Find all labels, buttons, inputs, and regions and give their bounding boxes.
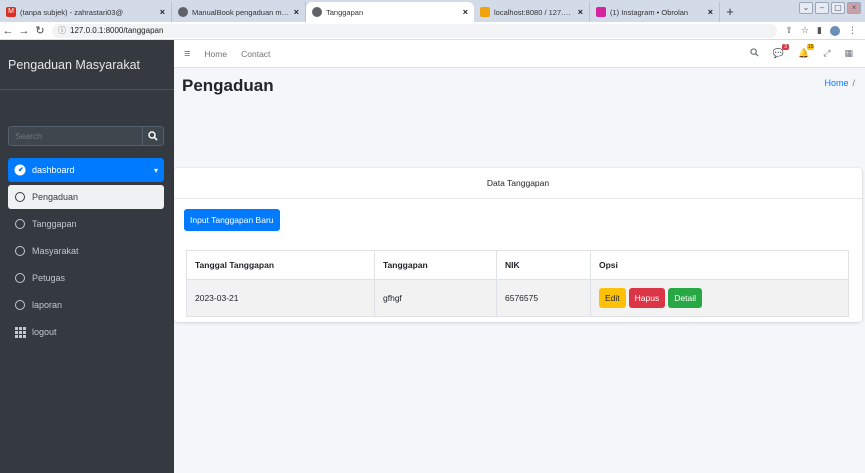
share-icon[interactable]: ⇪ — [785, 25, 793, 36]
phpmyadmin-icon — [480, 7, 490, 17]
control-sidebar-icon[interactable]: ▦ — [844, 48, 853, 59]
edit-button[interactable]: Edit — [599, 288, 626, 308]
browser-tab-manualbook[interactable]: ManualBook pengaduan masy × — [172, 2, 306, 22]
gmail-icon: M — [6, 7, 16, 17]
sidebar: Pengaduan Masyarakat dashboard ▾ Pengadu… — [0, 40, 174, 473]
nav-contact-link[interactable]: Contact — [241, 49, 270, 59]
browser-tab-phpmyadmin[interactable]: localhost:8080 / 127.0.0.1 / db × — [474, 2, 590, 22]
main-content: ≡ Home Contact 💬 3 🔔 15 ⤢ ▦ Pengaduan Ho… — [174, 40, 865, 473]
page-title: Pengaduan — [182, 76, 274, 95]
sidebar-item-label: Tanggapan — [32, 219, 77, 229]
address-bar: ← → ↻ ⓘ 127.0.0.1:8000/tanggapan ⇪ ☆ ▮ ⋮ — [0, 22, 865, 40]
cell-tanggapan: gfhgf — [374, 279, 497, 317]
sidebar-item-label: laporan — [32, 300, 63, 310]
messages-badge: 3 — [782, 44, 790, 50]
sidebar-item-tanggapan[interactable]: Tanggapan — [8, 212, 164, 236]
table-header-row: Tanggal Tanggapan Tanggapan NIK Opsi — [186, 250, 849, 280]
cell-nik: 6576575 — [496, 279, 591, 317]
reload-icon[interactable]: ↻ — [32, 24, 48, 37]
browser-tab-tanggapan[interactable]: Tanggapan × — [306, 2, 474, 22]
sidebar-item-label: logout — [32, 327, 57, 337]
table-row: 2023-03-21 gfhgf 6576575 Edit Hapus Detail — [186, 279, 849, 317]
grid-icon — [14, 326, 26, 338]
hamburger-menu-icon[interactable]: ≡ — [184, 48, 190, 60]
instagram-icon — [596, 7, 606, 17]
delete-button[interactable]: Hapus — [628, 288, 666, 308]
dashboard-icon — [14, 164, 26, 176]
bookmark-star-icon[interactable]: ☆ — [801, 25, 809, 36]
nav-home-link[interactable]: Home — [204, 49, 227, 59]
tanggapan-table: Tanggal Tanggapan Tanggapan NIK Opsi 202… — [186, 250, 849, 317]
fullscreen-icon[interactable]: ⤢ — [823, 48, 830, 59]
close-icon[interactable]: × — [708, 7, 713, 17]
column-header: Tanggal Tanggapan — [186, 250, 375, 280]
breadcrumb-home[interactable]: Home — [824, 78, 848, 88]
sidebar-item-petugas[interactable]: Petugas — [8, 266, 164, 290]
column-header: NIK — [496, 250, 591, 280]
circle-icon — [14, 245, 26, 257]
sidebar-item-laporan[interactable]: laporan — [8, 293, 164, 317]
chevron-down-icon: ▾ — [153, 165, 158, 175]
notifications-icon[interactable]: 🔔 15 — [798, 44, 815, 59]
detail-button[interactable]: Detail — [668, 288, 702, 308]
browser-tab-instagram[interactable]: (1) Instagram • Obrolan × — [590, 2, 720, 22]
circle-icon — [14, 191, 26, 203]
sidebar-item-logout[interactable]: logout — [8, 320, 164, 344]
search-button[interactable] — [142, 126, 164, 146]
sidebar-item-label: dashboard — [32, 165, 75, 175]
close-icon[interactable]: × — [160, 7, 165, 17]
column-header: Tanggapan — [374, 250, 497, 280]
breadcrumb: Home / — [824, 78, 855, 88]
cell-opsi: Edit Hapus Detail — [590, 279, 849, 317]
sidebar-item-label: Masyarakat — [32, 246, 79, 256]
browser-tab-bar: M (tanpa subjek) - zahrastari03@ × Manua… — [0, 0, 865, 22]
navbar-search-icon[interactable] — [750, 48, 759, 59]
search-input[interactable] — [8, 126, 142, 146]
circle-icon — [14, 299, 26, 311]
forward-icon[interactable]: → — [16, 25, 32, 37]
content-header: Pengaduan Home / — [174, 68, 865, 134]
sidebar-item-pengaduan[interactable]: Pengaduan — [8, 185, 164, 209]
tanggapan-card: Data Tanggapan Input Tanggapan Baru Tang… — [174, 168, 862, 322]
brand-title[interactable]: Pengaduan Masyarakat — [0, 40, 174, 90]
card-title: Data Tanggapan — [174, 168, 862, 199]
window-controls: ⌄ – ▢ × — [799, 2, 861, 14]
search-icon — [148, 131, 158, 141]
notifications-badge: 15 — [807, 44, 815, 50]
sidebar-item-label: Petugas — [32, 273, 66, 283]
breadcrumb-separator: / — [852, 78, 855, 88]
circle-icon — [14, 272, 26, 284]
close-window-button[interactable]: × — [847, 2, 861, 14]
url-field[interactable]: ⓘ 127.0.0.1:8000/tanggapan — [52, 23, 778, 38]
cell-tanggal: 2023-03-21 — [186, 279, 375, 317]
input-tanggapan-baru-button[interactable]: Input Tanggapan Baru — [184, 209, 280, 231]
top-navbar: ≡ Home Contact 💬 3 🔔 15 ⤢ ▦ — [174, 40, 865, 68]
tab-search-icon[interactable]: ⌄ — [799, 2, 813, 14]
avatar[interactable] — [830, 25, 840, 36]
column-header: Opsi — [590, 250, 849, 280]
close-icon[interactable]: × — [294, 7, 299, 17]
sidebar-item-dashboard[interactable]: dashboard ▾ — [8, 158, 164, 182]
browser-tab-gmail[interactable]: M (tanpa subjek) - zahrastari03@ × — [0, 2, 172, 22]
circle-icon — [14, 218, 26, 230]
sidebar-search — [8, 126, 164, 146]
close-icon[interactable]: × — [463, 7, 468, 17]
back-icon[interactable]: ← — [0, 25, 16, 37]
new-tab-button[interactable]: + — [720, 2, 740, 22]
sidebar-item-label: Pengaduan — [32, 192, 79, 202]
sidebar-menu: dashboard ▾ Pengaduan Tanggapan Masyarak… — [8, 158, 164, 347]
globe-icon — [178, 7, 188, 17]
info-icon[interactable]: ⓘ — [58, 25, 66, 36]
maximize-button[interactable]: ▢ — [831, 2, 845, 14]
sidepanel-icon[interactable]: ▮ — [817, 25, 822, 36]
url-text: 127.0.0.1:8000/tanggapan — [70, 26, 164, 35]
close-icon[interactable]: × — [578, 7, 583, 17]
globe-icon — [312, 7, 322, 17]
messages-icon[interactable]: 💬 3 — [773, 44, 790, 59]
sidebar-item-masyarakat[interactable]: Masyarakat — [8, 239, 164, 263]
minimize-button[interactable]: – — [815, 2, 829, 14]
menu-kebab-icon[interactable]: ⋮ — [848, 25, 857, 36]
